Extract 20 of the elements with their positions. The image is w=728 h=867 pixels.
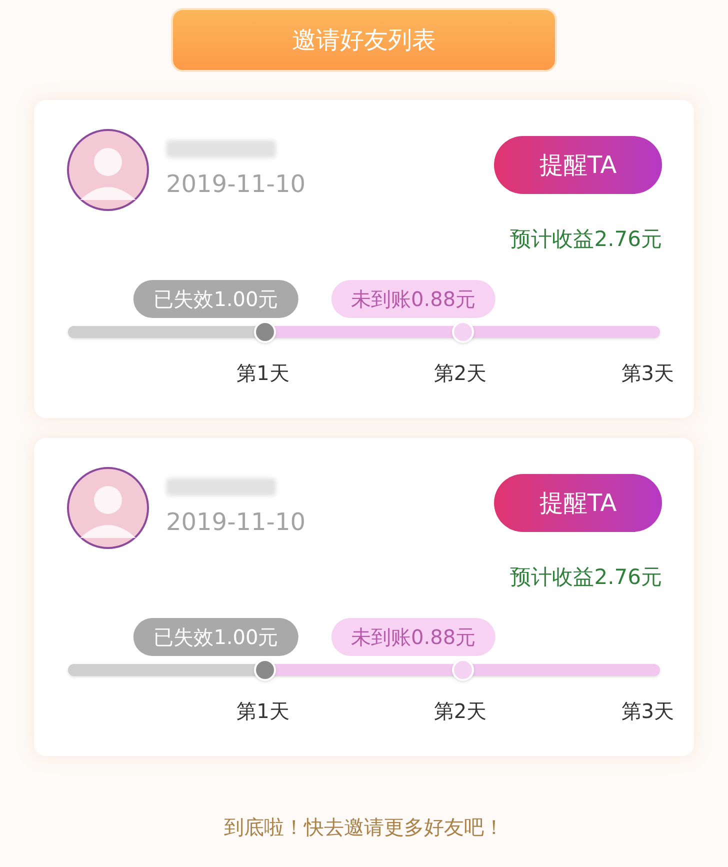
remind-button[interactable]: 提醒TA (494, 136, 662, 194)
day-label: 第2天 (434, 360, 487, 386)
day-label: 第1天 (236, 360, 290, 386)
avatar-icon (66, 466, 150, 550)
end-of-list-message: 到底啦！快去邀请更多好友吧！ (224, 814, 504, 841)
remind-button[interactable]: 提醒TA (494, 474, 662, 532)
page-title: 邀请好友列表 (292, 25, 436, 56)
day-label: 第3天 (621, 360, 674, 386)
amount-bubble: 已失效1.00元 (134, 618, 298, 656)
day-label: 第2天 (434, 698, 487, 724)
invite-date: 2019-11-10 (166, 507, 306, 538)
invite-date: 2019-11-10 (166, 169, 306, 200)
expected-income: 预计收益2.76元 (510, 564, 662, 591)
amount-bubble: 已失效1.00元 (134, 280, 298, 318)
amount-bubble: 未到账0.88元 (331, 280, 496, 318)
amount-bubble: 未到账0.88元 (331, 618, 496, 656)
expected-income: 预计收益2.76元 (510, 226, 662, 253)
avatar-icon (66, 128, 150, 212)
day-label: 第3天 (621, 698, 674, 724)
day-label: 第1天 (236, 698, 290, 724)
